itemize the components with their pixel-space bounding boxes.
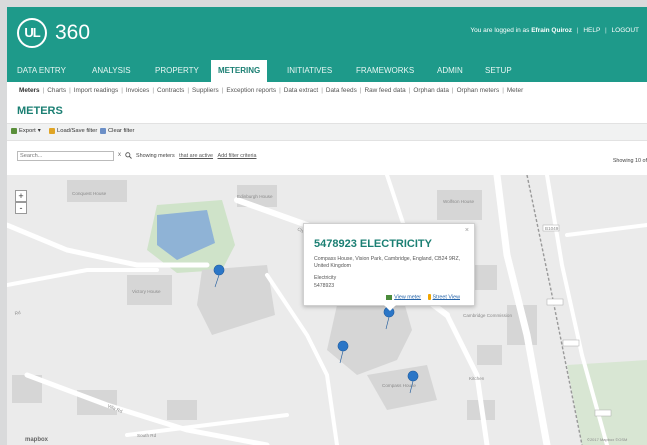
zoom-in-button[interactable]: + bbox=[15, 190, 27, 202]
main-nav: DATA ENTRY ANALYSIS PROPERTY METERING IN… bbox=[7, 60, 647, 82]
ul-logo-icon[interactable]: UL bbox=[17, 18, 47, 48]
load-save-filter-button[interactable]: Load/Save filter bbox=[49, 128, 97, 134]
view-meter-link[interactable]: View meter bbox=[394, 294, 421, 300]
showing-count: Showing 10 of bbox=[612, 158, 647, 164]
label-victory-house: Victory House bbox=[132, 289, 161, 294]
street-view-icon bbox=[427, 294, 431, 300]
popup-meter-id: 5478923 bbox=[314, 283, 335, 289]
close-icon[interactable]: × bbox=[465, 227, 469, 234]
subnav-contracts[interactable]: Contracts bbox=[157, 87, 184, 94]
subnav-orphan-meters[interactable]: Orphan meters bbox=[457, 87, 500, 94]
popup-title: 5478923 ELECTRICITY bbox=[314, 238, 432, 250]
map-canvas[interactable]: Conquest House Edinburgh House Wolfson H… bbox=[7, 175, 647, 445]
nav-admin[interactable]: ADMIN bbox=[437, 60, 463, 82]
logout-link[interactable]: LOGOUT bbox=[612, 27, 639, 34]
subnav-data-feeds[interactable]: Data feeds bbox=[326, 87, 357, 94]
subnav-suppliers[interactable]: Suppliers bbox=[192, 87, 219, 94]
clear-filter-label: Clear filter bbox=[108, 128, 135, 134]
export-label: Export bbox=[19, 128, 36, 134]
caret-icon: ▾ bbox=[37, 128, 41, 134]
add-filter-link[interactable]: Add filter criteria bbox=[218, 153, 257, 159]
logged-in-prefix: You are logged in as bbox=[470, 27, 530, 34]
zoom-out-button[interactable]: - bbox=[15, 202, 27, 214]
nav-initiatives[interactable]: INITIATIVES bbox=[287, 60, 332, 82]
separator: | bbox=[576, 27, 579, 34]
folder-icon bbox=[49, 128, 55, 134]
user-area: You are logged in as Efrain Quiroz | HEL… bbox=[470, 27, 639, 34]
map-attribution[interactable]: ©2017 Mapbox ©OSM bbox=[587, 437, 627, 442]
toolbar: Export ▾ Load/Save filter Clear filter bbox=[7, 123, 647, 141]
label-depot: Kitchen bbox=[469, 376, 485, 381]
search-icon[interactable] bbox=[125, 152, 132, 159]
nav-frameworks[interactable]: FRAMEWORKS bbox=[356, 60, 414, 82]
help-link[interactable]: HELP bbox=[583, 27, 600, 34]
nav-metering[interactable]: METERING bbox=[211, 60, 268, 82]
subnav-raw-feed-data[interactable]: Raw feed data bbox=[364, 87, 405, 94]
search-input[interactable] bbox=[17, 151, 114, 161]
nav-analysis[interactable]: ANALYSIS bbox=[92, 60, 131, 82]
popup-address: Compass House, Vision Park, Cambridge, E… bbox=[314, 256, 461, 269]
street-view-link[interactable]: Street View bbox=[433, 294, 460, 300]
logo-number: 360 bbox=[55, 21, 91, 44]
subnav-import-readings[interactable]: Import readings bbox=[74, 87, 118, 94]
label-cambridge-house: Cambridge Commission bbox=[463, 313, 512, 318]
subnav-orphan-data[interactable]: Orphan data bbox=[413, 87, 449, 94]
load-save-label: Load/Save filter bbox=[57, 128, 98, 134]
mapbox-logo: mapbox bbox=[25, 437, 49, 443]
clear-filter-icon bbox=[100, 128, 106, 134]
sub-nav: Meters | Charts | Import readings | Invoices | C… bbox=[19, 87, 524, 94]
nav-setup[interactable]: SETUP bbox=[485, 60, 512, 82]
label-wolfson-house: Wolfson House bbox=[443, 199, 475, 204]
nav-property[interactable]: PROPERTY bbox=[155, 60, 199, 82]
page-title: METERS bbox=[17, 105, 63, 117]
label-b1049: B1049 bbox=[545, 226, 559, 231]
subnav-invoices[interactable]: Invoices bbox=[126, 87, 149, 94]
label-edinburgh-house: Edinburgh House bbox=[237, 194, 273, 199]
active-filter-link[interactable]: that are active bbox=[179, 153, 213, 159]
clear-search-icon[interactable]: x bbox=[118, 152, 121, 158]
popup-links: View meter Street View bbox=[386, 294, 460, 300]
label-conquest-house: Conquest House bbox=[72, 191, 107, 196]
subnav-charts[interactable]: Charts bbox=[47, 87, 66, 94]
popup-pointer bbox=[384, 305, 396, 311]
popup-meter-type: Electricity bbox=[314, 275, 337, 281]
clear-filter-button[interactable]: Clear filter bbox=[100, 128, 134, 134]
subnav-data-extract[interactable]: Data extract bbox=[284, 87, 318, 94]
label-south-rd: South Rd bbox=[137, 433, 157, 438]
meter-map[interactable]: Conquest House Edinburgh House Wolfson H… bbox=[7, 175, 647, 445]
export-button[interactable]: Export ▾ bbox=[11, 128, 41, 134]
export-icon bbox=[11, 128, 17, 134]
separator: | bbox=[605, 27, 607, 34]
subnav-meters[interactable]: Meters bbox=[19, 87, 40, 94]
view-meter-icon bbox=[386, 294, 393, 300]
subnav-meter[interactable]: Meter bbox=[507, 87, 523, 94]
top-header: UL 360 You are logged in as Efrain Quiro… bbox=[7, 7, 647, 60]
showing-label: Showing meters bbox=[136, 153, 175, 159]
subnav-exception-reports[interactable]: Exception reports bbox=[226, 87, 276, 94]
user-name[interactable]: Efrain Quiroz bbox=[531, 27, 572, 34]
meter-popup: × 5478923 ELECTRICITY Compass House, Vis… bbox=[303, 223, 475, 311]
app-window: UL 360 You are logged in as Efrain Quiro… bbox=[7, 7, 647, 445]
nav-data-entry[interactable]: DATA ENTRY bbox=[17, 60, 66, 82]
showing-filter-text: Showing meters that are active Add filte… bbox=[136, 153, 256, 159]
